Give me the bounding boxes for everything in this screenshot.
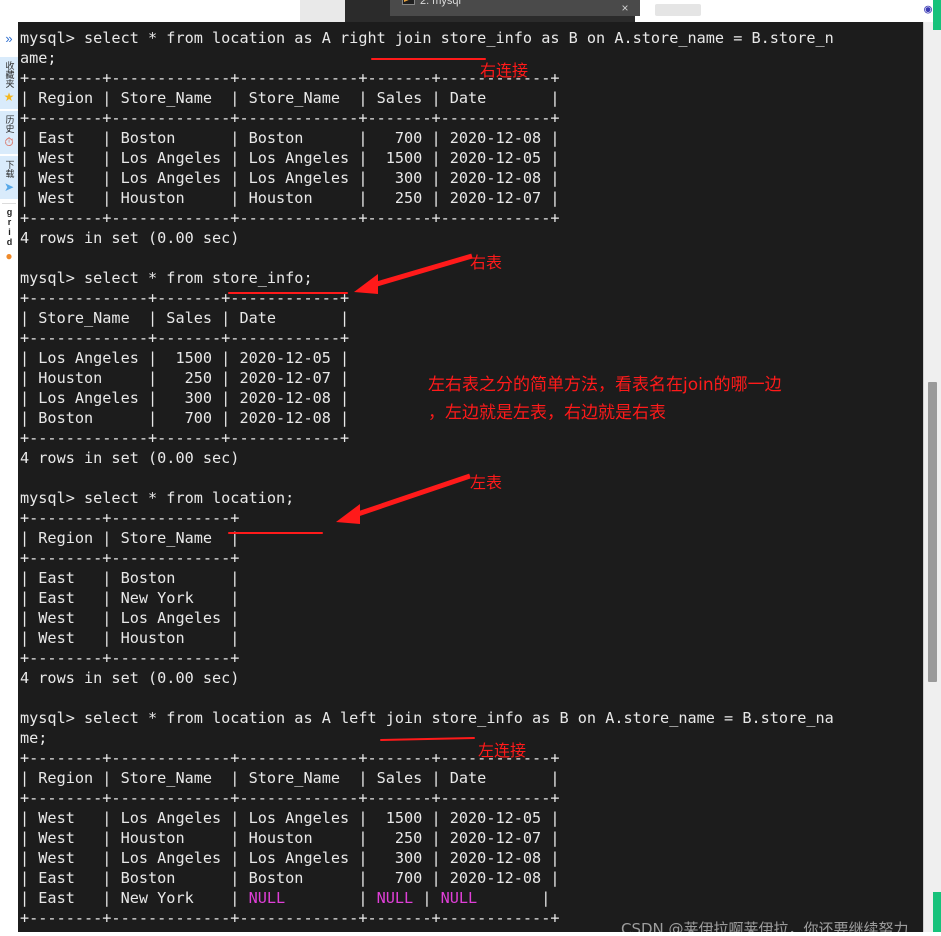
terminal-line: +--------+-------------+-------------+--… xyxy=(20,789,560,807)
terminal-line: ame; xyxy=(20,49,57,67)
annotation-note-line1: 左右表之分的简单方法，看表名在join的哪一边 xyxy=(428,375,782,395)
sidebar-item-favorites-label: 收藏夹 xyxy=(4,61,15,88)
terminal-line-null-row: | East | New York | NULL | NULL | NULL | xyxy=(20,888,550,908)
terminal-line: 4 rows in set (0.00 sec) xyxy=(20,669,240,687)
star-icon: ★ xyxy=(3,90,15,104)
cell-text: | xyxy=(413,889,441,907)
terminal-line: mysql> select * from store_info; xyxy=(20,269,313,287)
terminal-line: +--------+-------------+-------------+--… xyxy=(20,109,560,127)
clock-icon: ⏱ xyxy=(4,135,14,149)
terminal-line: mysql> select * from location as A left … xyxy=(20,709,834,727)
terminal-line: | Boston | 700 | 2020-12-08 | xyxy=(20,409,350,427)
terminal-line: 4 rows in set (0.00 sec) xyxy=(20,229,240,247)
terminal-line: | West | Los Angeles | Los Angeles | 300… xyxy=(20,849,560,867)
terminal-line: +--------+-------------+ xyxy=(20,509,240,527)
cell-text: | xyxy=(477,889,551,907)
accent-bar-top xyxy=(933,0,941,30)
underline-store-info xyxy=(228,292,348,294)
terminal-line: | Region | Store_Name | Store_Name | Sal… xyxy=(20,89,560,107)
terminal-line: | Los Angeles | 1500 | 2020-12-05 | xyxy=(20,349,350,367)
terminal-line: | East | Boston | Boston | 700 | 2020-12… xyxy=(20,129,560,147)
tab-title: 2. mysql xyxy=(420,0,461,7)
terminal-line: mysql> select * from location as A right… xyxy=(20,29,834,47)
terminal-line: | West | Los Angeles | Los Angeles | 300… xyxy=(20,169,560,187)
annotation-note-line2: ，左边就是左表，右边就是右表 xyxy=(428,403,666,423)
close-icon[interactable]: × xyxy=(618,1,632,15)
terminal-line: +--------+-------------+-------------+--… xyxy=(20,209,560,227)
sidebar-rail: » 收藏夹 ★ 历史 ⏱ 下载 ➤ grid ● xyxy=(0,22,19,936)
terminal-line: | Houston | 250 | 2020-12-07 | xyxy=(20,369,350,387)
underline-location xyxy=(228,532,323,534)
arrow-right-table xyxy=(354,253,473,294)
terminal-line: | East | Boston | Boston | 700 | 2020-12… xyxy=(20,869,560,887)
accent-bar-bottom xyxy=(933,892,941,936)
terminal-line: | West | Los Angeles | Los Angeles | 150… xyxy=(20,809,560,827)
terminal-icon xyxy=(402,0,415,5)
terminal-line: +--------+-------------+-------------+--… xyxy=(20,909,560,927)
null-value: NULL xyxy=(440,889,478,907)
browser-chrome: 2. mysql × ◉ xyxy=(0,0,941,22)
terminal-line: | Region | Store_Name | Store_Name | Sal… xyxy=(20,769,560,787)
sidebar-divider xyxy=(2,203,16,204)
sidebar-item-history[interactable]: 历史 ⏱ xyxy=(0,110,18,155)
null-value: NULL xyxy=(248,889,286,907)
terminal-line: +-------------+-------+------------+ xyxy=(20,289,350,307)
sidebar-item-downloads[interactable]: 下载 ➤ xyxy=(0,155,18,200)
sidebar-item-apps[interactable]: grid ● xyxy=(0,207,18,263)
scrollbar-thumb[interactable] xyxy=(928,382,937,682)
underline-right-join xyxy=(371,58,486,60)
terminal-line: | West | Los Angeles | xyxy=(20,609,240,627)
tab-mysql[interactable]: 2. mysql xyxy=(390,0,640,16)
watermark: CSDN @莱伊拉啊莱伊拉，你还要继续努力 xyxy=(621,920,909,932)
terminal-line: +--------+-------------+-------------+--… xyxy=(20,69,560,87)
terminal-line: +--------+-------------+ xyxy=(20,649,240,667)
sidebar-item-apps-label: grid xyxy=(4,207,15,247)
cell-text: | xyxy=(285,889,377,907)
sidebar-item-downloads-label: 下载 xyxy=(4,160,15,178)
terminal-line: | Los Angeles | 300 | 2020-12-08 | xyxy=(20,389,350,407)
tab-strip[interactable]: 2. mysql × xyxy=(0,0,941,22)
annotation-left-join: 左连接 xyxy=(478,741,527,760)
sidebar-item-favorites[interactable]: 收藏夹 ★ xyxy=(0,56,18,110)
sidebar-expand-button[interactable]: » xyxy=(0,22,18,56)
terminal-line: | Store_Name | Sales | Date | xyxy=(20,309,350,327)
terminal-line: | West | Los Angeles | Los Angeles | 150… xyxy=(20,149,560,167)
sidebar-item-history-label: 历史 xyxy=(4,115,15,133)
apps-icon: ● xyxy=(5,249,13,263)
arrow-left-table xyxy=(336,473,471,524)
terminal-line: | West | Houston | xyxy=(20,629,240,647)
mysql-terminal[interactable]: mysql> select * from location as A right… xyxy=(18,22,923,932)
terminal-line: +-------------+-------+------------+ xyxy=(20,429,350,447)
cell-text: | East | New York | xyxy=(20,889,249,907)
terminal-line: mysql> select * from location; xyxy=(20,489,295,507)
tab-new-placeholder[interactable] xyxy=(645,0,713,16)
terminal-line: | West | Houston | Houston | 250 | 2020-… xyxy=(20,189,560,207)
terminal-line: +-------------+-------+------------+ xyxy=(20,329,350,347)
terminal-line: +--------+-------------+ xyxy=(20,549,240,567)
terminal-line: | West | Houston | Houston | 250 | 2020-… xyxy=(20,829,560,847)
annotation-right-join: 右连接 xyxy=(480,61,529,80)
terminal-line: | East | New York | xyxy=(20,589,240,607)
null-value: NULL xyxy=(376,889,414,907)
terminal-line: me; xyxy=(20,729,48,747)
send-icon: ➤ xyxy=(3,180,15,194)
terminal-line: 4 rows in set (0.00 sec) xyxy=(20,449,240,467)
terminal-line: | Region | Store_Name | xyxy=(20,529,240,547)
terminal-line: | East | Boston | xyxy=(20,569,240,587)
scrollbar-track[interactable] xyxy=(923,22,941,936)
window-bottom-edge xyxy=(0,932,941,936)
tab-new-placeholder-inner xyxy=(655,4,701,16)
